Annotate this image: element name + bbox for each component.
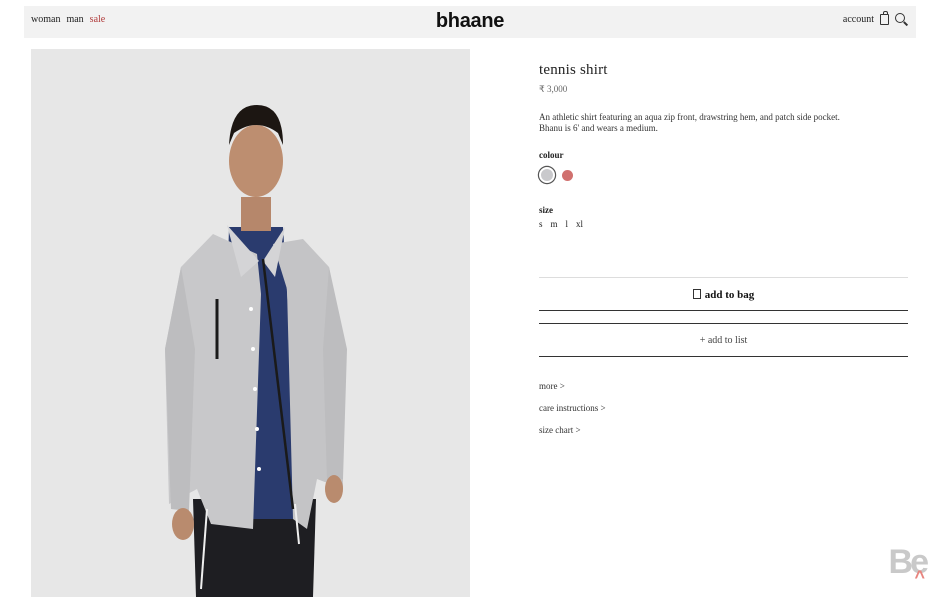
add-to-list-button[interactable]: + add to list (539, 323, 908, 357)
site-header: woman man sale bhaane account (24, 6, 916, 38)
behance-watermark: Be ^ (888, 543, 930, 587)
brand-logo[interactable]: bhaane (24, 10, 916, 33)
add-to-bag-button[interactable]: add to bag (539, 277, 908, 311)
care-instructions-link[interactable]: care instructions > (539, 403, 606, 413)
colour-swatch-grey[interactable] (539, 167, 555, 183)
search-icon[interactable] (895, 13, 908, 26)
header-actions: account (843, 11, 908, 26)
product-photo (31, 49, 470, 597)
add-to-bag-label: add to bag (704, 289, 755, 301)
more-link[interactable]: more > (539, 381, 606, 391)
product-description: An athletic shirt featuring an aqua zip … (539, 112, 840, 133)
size-xl[interactable]: xl (576, 219, 583, 229)
size-l[interactable]: l (566, 219, 569, 229)
bag-icon (692, 289, 701, 299)
colour-label: colour (539, 150, 564, 160)
colour-swatch-red[interactable] (562, 169, 573, 181)
info-links: more > care instructions > size chart > (539, 381, 606, 447)
product-title: tennis shirt (539, 62, 608, 78)
chevron-up-icon: ^ (914, 567, 924, 587)
size-m[interactable]: m (551, 219, 558, 229)
product-price: ₹ 3,000 (539, 84, 568, 94)
account-link[interactable]: account (843, 14, 874, 25)
size-chart-link[interactable]: size chart > (539, 425, 606, 435)
size-s[interactable]: s (539, 219, 543, 229)
size-options: s m l xl (539, 219, 909, 229)
colour-swatches (539, 167, 909, 183)
shopping-bag-icon[interactable] (880, 11, 889, 25)
product-details: tennis shirt ₹ 3,000 An athletic shirt f… (539, 62, 909, 229)
size-label: size (539, 205, 553, 215)
